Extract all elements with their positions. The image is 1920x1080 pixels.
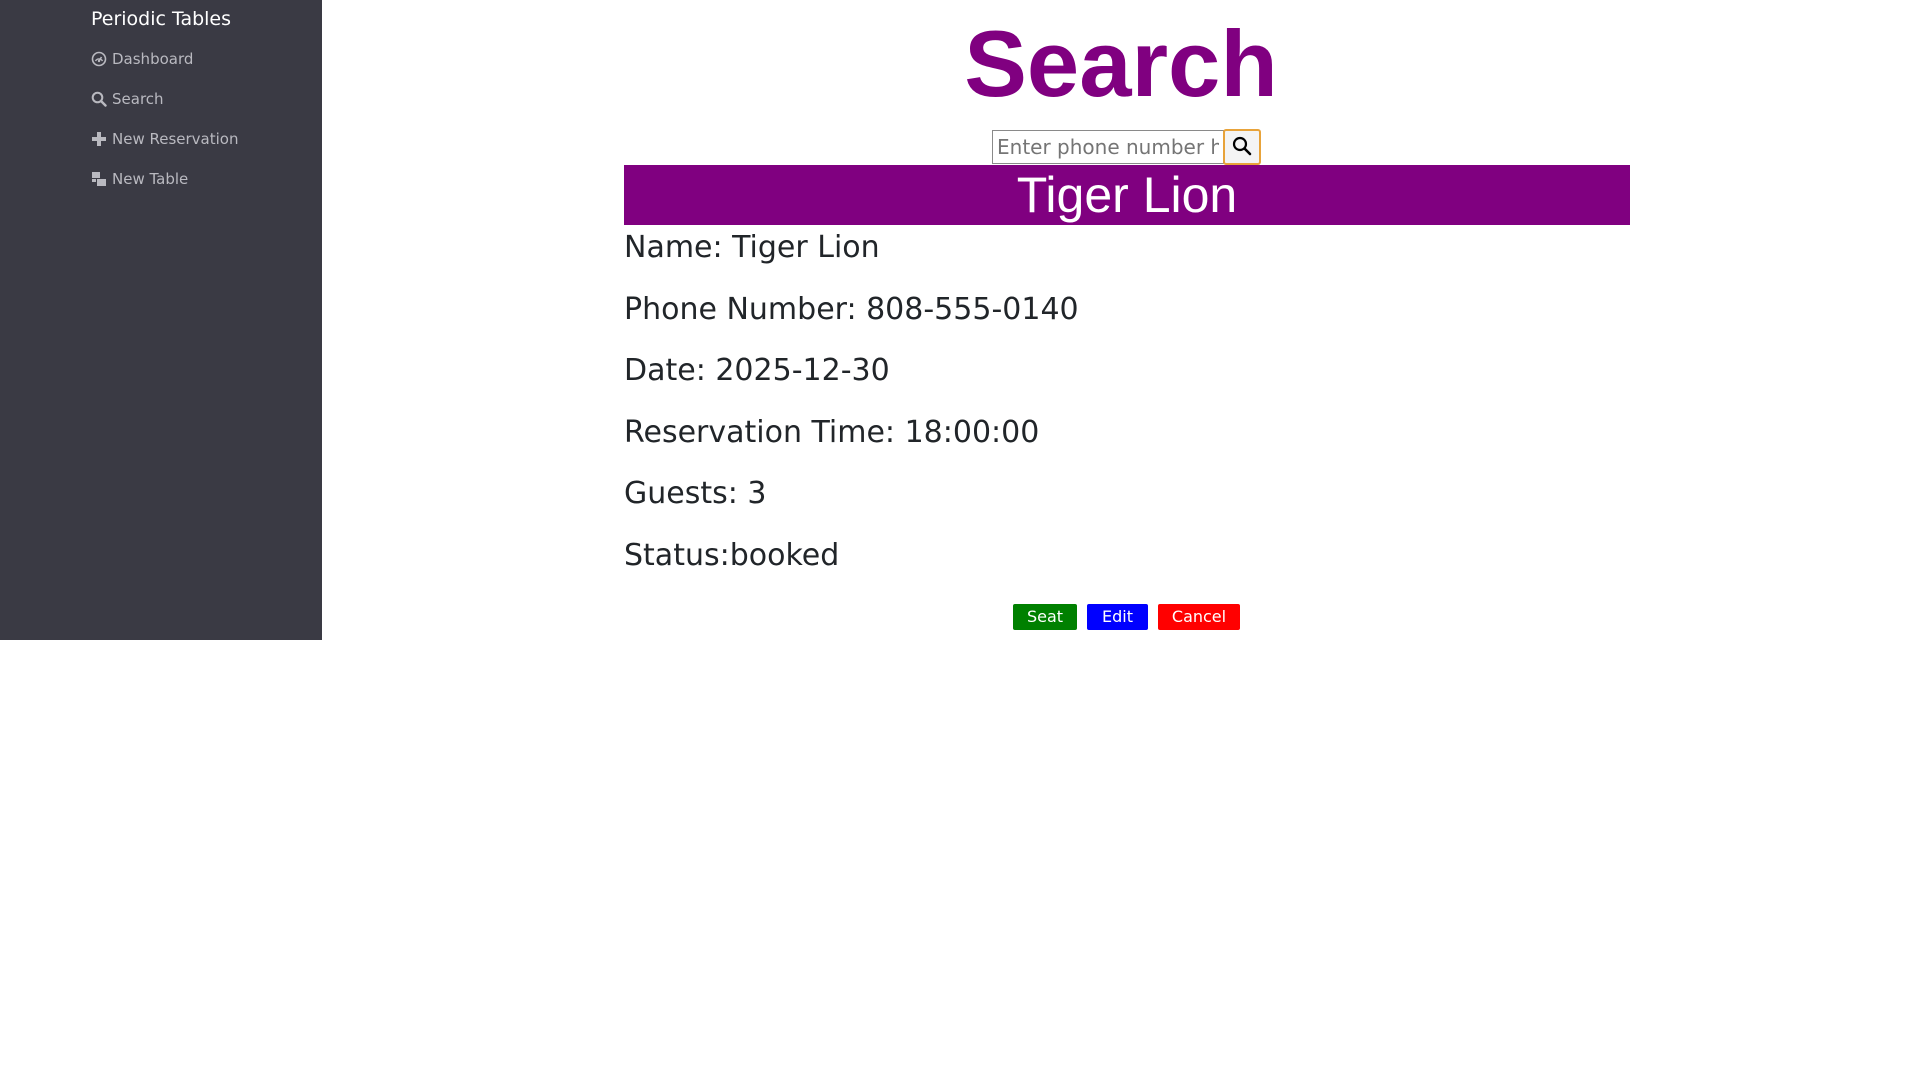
search-bar [992, 129, 1261, 165]
dashboard-icon [90, 50, 108, 68]
search-icon [1232, 136, 1252, 159]
sidebar-item-search[interactable]: Search [90, 90, 164, 108]
reservation-status: Status:booked [624, 538, 840, 573]
sidebar-item-dashboard[interactable]: Dashboard [90, 50, 193, 68]
plus-icon [90, 130, 108, 148]
table-icon [90, 170, 108, 188]
edit-button[interactable]: Edit [1087, 604, 1148, 630]
reservation-time: Reservation Time: 18:00:00 [624, 415, 1040, 450]
page-title: Search [964, 11, 1278, 116]
sidebar-item-label: Dashboard [112, 50, 194, 68]
sidebar-item-label: New Reservation [112, 130, 239, 148]
reservation-phone: Phone Number: 808-555-0140 [624, 292, 1079, 327]
sidebar-item-label: New Table [112, 170, 189, 188]
sidebar: Periodic Tables Dashboard Search New Res… [0, 0, 322, 640]
brand-title[interactable]: Periodic Tables [0, 8, 322, 30]
reservation-name: Name: Tiger Lion [624, 230, 880, 265]
reservation-guests: Guests: 3 [624, 476, 767, 511]
search-submit-button[interactable] [1223, 129, 1261, 165]
cancel-button[interactable]: Cancel [1158, 604, 1240, 630]
sidebar-item-new-table[interactable]: New Table [90, 170, 188, 188]
sidebar-item-new-reservation[interactable]: New Reservation [90, 130, 238, 148]
reservation-header: Tiger Lion [624, 165, 1630, 225]
seat-button[interactable]: Seat [1013, 604, 1077, 630]
phone-search-input[interactable] [992, 130, 1224, 164]
sidebar-item-label: Search [112, 90, 164, 108]
reservation-date: Date: 2025-12-30 [624, 353, 890, 388]
search-icon [90, 90, 108, 108]
